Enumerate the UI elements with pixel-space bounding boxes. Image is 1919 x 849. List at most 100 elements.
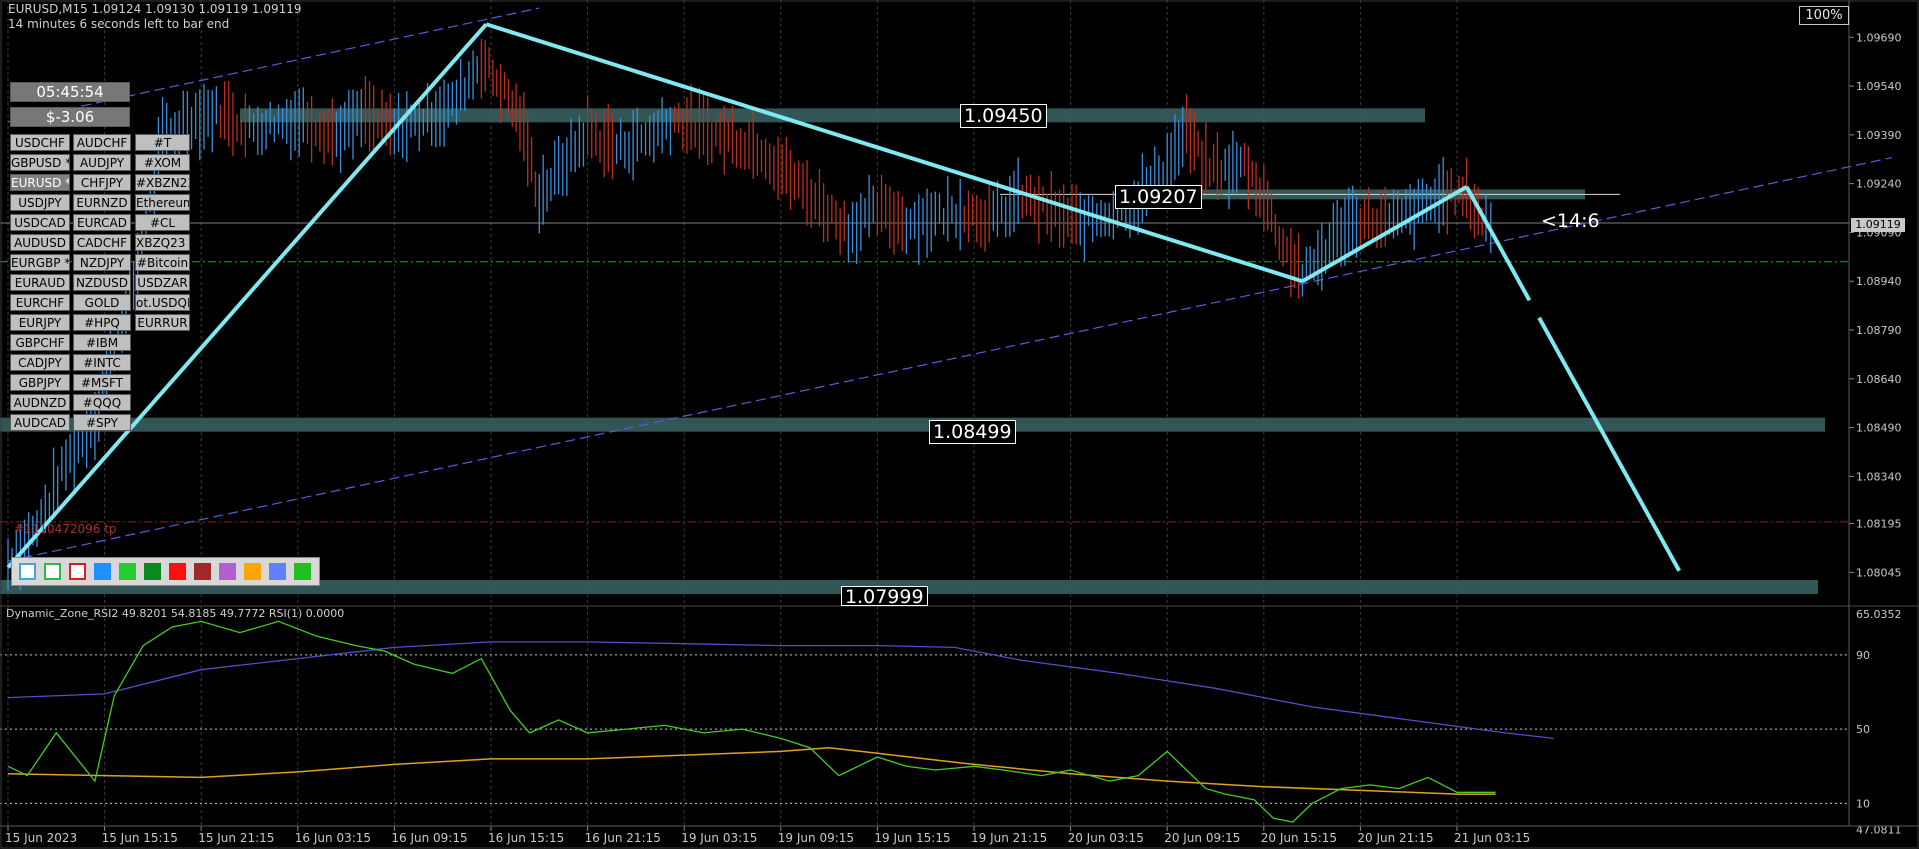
symbol-button[interactable]: GBPJPY (10, 374, 70, 391)
zone-band (240, 108, 1425, 123)
symbol-button[interactable]: GBPCHF (10, 334, 70, 351)
symbol-button[interactable]: EURGBP * (10, 254, 70, 271)
zigzag-segment (1301, 185, 1468, 283)
time-tick-label: 15 Jun 21:15 (198, 831, 274, 845)
time-tick-label: 21 Jun 03:15 (1454, 831, 1530, 845)
time-tick-label: 16 Jun 21:15 (585, 831, 661, 845)
symbol-button[interactable]: #XOM (135, 154, 190, 171)
symbol-button[interactable]: AUDNZD (10, 394, 70, 411)
order-label: #1110472096 tp (14, 522, 117, 536)
level-label-107999: 1.07999 (841, 586, 928, 606)
time-tick-label: 15 Jun 15:15 (102, 831, 178, 845)
price-tick-label: 1.09540 (1856, 80, 1902, 93)
indicator-tick-label: 50 (1856, 723, 1870, 736)
symbol-button[interactable]: CADCHF (73, 234, 131, 251)
symbol-button[interactable]: EURRUR (135, 314, 190, 331)
color-swatch[interactable] (269, 563, 286, 580)
channel-line (7, 157, 1892, 562)
color-swatch[interactable] (119, 563, 136, 580)
symbol-button[interactable]: AUDJPY (73, 154, 131, 171)
symbol-button[interactable]: #XBZN23 (135, 174, 190, 191)
indicator-tick-label: 65.0352 (1856, 608, 1902, 621)
symbol-button[interactable]: EURNZD (73, 194, 131, 211)
color-swatch[interactable] (144, 563, 161, 580)
symbol-button[interactable]: CHFJPY (73, 174, 131, 191)
symbol-button[interactable]: NZDUSD (73, 274, 131, 291)
zone-band (0, 417, 1825, 432)
time-tick-label: 20 Jun 09:15 (1164, 831, 1240, 845)
color-swatch[interactable] (244, 563, 261, 580)
color-swatch[interactable] (69, 563, 86, 580)
color-swatch[interactable] (219, 563, 236, 580)
symbol-button[interactable]: Ethereum (135, 194, 190, 211)
color-swatch[interactable] (19, 563, 36, 580)
zoom-level[interactable]: 100% (1799, 6, 1849, 25)
symbol-button[interactable]: AUDCAD (10, 414, 70, 431)
time-tick-label: 16 Jun 15:15 (488, 831, 564, 845)
symbol-button[interactable]: EURUSD * (10, 174, 70, 191)
color-swatch[interactable] (94, 563, 111, 580)
symbol-button[interactable]: USDJPY (10, 194, 70, 211)
symbol-button[interactable]: #CL (135, 214, 190, 231)
level-label-109207: 1.09207 (1115, 185, 1202, 209)
symbol-button[interactable]: ot.USDQIF (135, 294, 190, 311)
time-tick-label: 16 Jun 03:15 (295, 831, 371, 845)
price-tick-label: 1.09690 (1856, 31, 1902, 44)
symbol-button[interactable]: NZDJPY (73, 254, 131, 271)
color-swatch[interactable] (44, 563, 61, 580)
symbol-button[interactable]: #IBM (73, 334, 131, 351)
zigzag-segment (1537, 316, 1681, 572)
price-tick-label: 1.08490 (1856, 422, 1902, 435)
indicator-tick-label: 10 (1856, 797, 1870, 810)
symbol-button[interactable]: #INTC (73, 354, 131, 371)
symbol-button[interactable]: #SPY (73, 414, 131, 431)
level-label-108499: 1.08499 (929, 420, 1016, 444)
symbol-button[interactable]: EURJPY (10, 314, 70, 331)
color-swatch[interactable] (169, 563, 186, 580)
indicator-tick-label: 47.0811 (1856, 823, 1902, 836)
price-tick-label: 1.08640 (1856, 373, 1902, 386)
current-price-tag: 1.09119 (1851, 218, 1905, 232)
bar-timer: 14 minutes 6 seconds left to bar end (8, 17, 230, 31)
symbol-button[interactable]: EURCAD (73, 214, 131, 231)
price-tick-label: 1.08045 (1856, 566, 1902, 579)
zigzag-lines (6, 22, 1681, 572)
symbol-button[interactable]: #MSFT (73, 374, 131, 391)
symbol-button[interactable]: CADJPY (10, 354, 70, 371)
time-tick-label: 20 Jun 21:15 (1357, 831, 1433, 845)
symbol-button[interactable]: #HPQ (73, 314, 131, 331)
symbol-button[interactable]: #T (135, 134, 190, 151)
symbol-button[interactable]: USDCHF (10, 134, 70, 151)
chart-header-symbol: EURUSD,M15 1.09124 1.09130 1.09119 1.091… (8, 2, 302, 16)
symbol-button[interactable]: USDCAD (10, 214, 70, 231)
clock-display: 05:45:54 (10, 82, 130, 102)
symbol-button[interactable]: EURCHF (10, 294, 70, 311)
time-tick-label: 15 Jun 2023 (5, 831, 77, 845)
time-tick-label: 20 Jun 15:15 (1261, 831, 1337, 845)
symbol-button[interactable]: #QQQ (73, 394, 131, 411)
price-tick-label: 1.08195 (1856, 518, 1902, 531)
profit-display: $-3.06 (10, 107, 130, 127)
time-tick-label: 19 Jun 03:15 (681, 831, 757, 845)
symbol-button[interactable]: XBZQ23 * (135, 234, 190, 251)
symbol-button[interactable]: GOLD (73, 294, 131, 311)
bar-countdown: <14:6 (1541, 210, 1600, 232)
indicator-rsi-line (7, 620, 1496, 823)
price-tick-label: 1.08790 (1856, 324, 1902, 337)
time-tick-label: 16 Jun 09:15 (391, 831, 467, 845)
symbol-button[interactable]: AUDUSD (10, 234, 70, 251)
price-tick-label: 1.08940 (1856, 275, 1902, 288)
color-swatch[interactable] (294, 563, 311, 580)
indicator-tick-label: 90 (1856, 649, 1870, 662)
symbol-button[interactable]: GBPUSD * (10, 154, 70, 171)
symbol-button[interactable]: USDZAR (135, 274, 190, 291)
symbol-button[interactable]: #Bitcoin (135, 254, 190, 271)
level-label-109450: 1.09450 (960, 104, 1047, 128)
time-axis: 15 Jun 2023 15 Jun 15:15 15 Jun 21:15 16 Ju… (5, 826, 1530, 845)
zigzag-segment (1464, 185, 1532, 302)
time-tick-label: 19 Jun 21:15 (971, 831, 1047, 845)
symbol-button[interactable]: AUDCHF (73, 134, 131, 151)
color-swatch[interactable] (194, 563, 211, 580)
price-axis: 1.096901.095401.093901.092401.090901.089… (1849, 31, 1902, 579)
symbol-button[interactable]: EURAUD (10, 274, 70, 291)
